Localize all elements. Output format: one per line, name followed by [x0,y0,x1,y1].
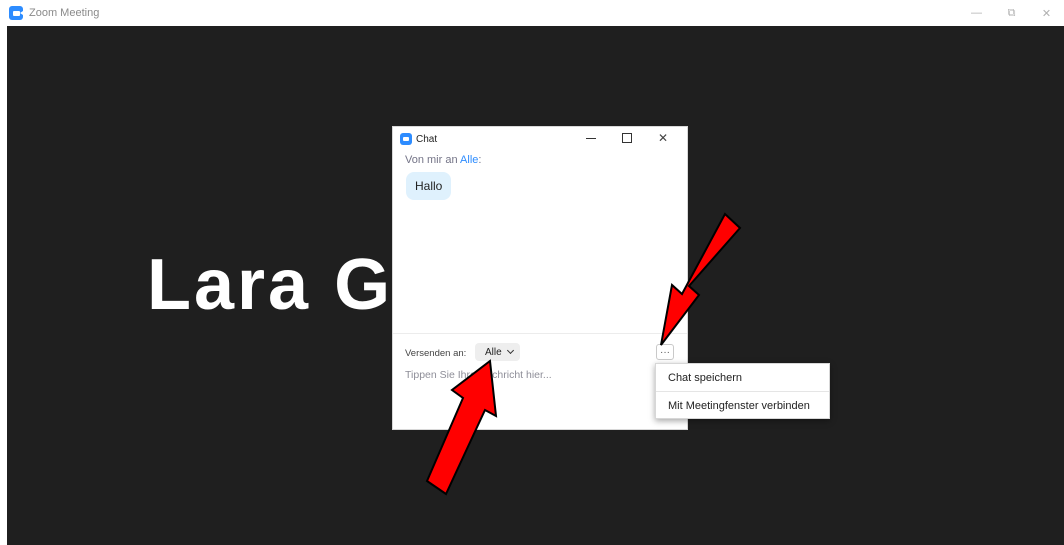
recipient-dropdown[interactable]: Alle [475,343,520,361]
send-to-label: Versenden an: [405,348,467,359]
window-controls: — ⧉ ✕ [959,0,1064,26]
chat-message-input[interactable] [405,369,675,419]
message-bubble: Hallo [406,172,452,200]
message-header-suffix: : [478,154,482,166]
zoom-chat-icon [400,133,412,145]
chat-maximize-button[interactable] [609,127,645,149]
message-header-prefix: Von mir an [405,154,461,166]
chat-window-controls: ✕ [573,127,681,151]
window-titlebar: Zoom Meeting — ⧉ ✕ [0,0,1064,26]
window-title: Zoom Meeting [29,7,100,19]
restore-button[interactable]: ⧉ [994,0,1029,26]
menu-item-merge-to-meeting-window[interactable]: Mit Meetingfenster verbinden [656,392,829,419]
chevron-down-icon [506,346,514,355]
chat-title: Chat [416,133,438,145]
message-recipient: Alle [460,154,479,166]
maximize-icon [622,133,632,143]
chat-options-menu: Chat speichern Mit Meetingfenster verbin… [655,363,830,419]
chat-divider [393,333,687,334]
minimize-icon [586,137,596,139]
message-header: Von mir an Alle: [405,154,481,166]
recipient-dropdown-value: Alle [485,346,502,358]
close-button[interactable]: ✕ [1029,0,1064,26]
chat-window: Chat ✕ Von mir an Alle: Hallo Versenden … [392,126,688,430]
chat-titlebar[interactable]: Chat ✕ [393,127,687,151]
chat-minimize-button[interactable] [573,127,609,149]
minimize-button[interactable]: — [959,0,994,26]
chat-close-button[interactable]: ✕ [645,127,681,149]
zoom-icon [9,6,23,20]
more-options-button[interactable]: ··· [656,344,674,360]
menu-item-save-chat[interactable]: Chat speichern [656,364,829,391]
